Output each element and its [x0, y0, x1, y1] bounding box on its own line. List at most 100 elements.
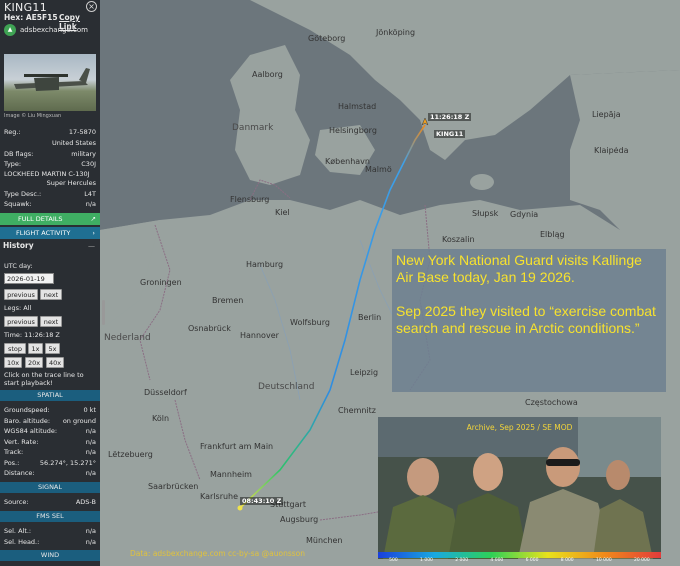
- map-label: Lëtzebuerg: [108, 450, 153, 459]
- adsb-exchange-screen: Göteborg Jönköping Aalborg Halmstad Danm…: [0, 0, 680, 566]
- map-label: Koszalin: [442, 235, 475, 244]
- external-link-icon: ↗: [90, 215, 96, 223]
- speed-5x-button[interactable]: 5x: [45, 343, 60, 354]
- aircraft-photo-image: [14, 68, 90, 91]
- stop-button[interactable]: stop: [4, 343, 26, 354]
- speed-20x-button[interactable]: 20x: [25, 357, 43, 368]
- info-row: DB flags: military: [4, 150, 96, 158]
- source-link[interactable]: ▲ adsbexchange.com: [4, 24, 88, 36]
- fms-row: Sel. Alt.: n/a: [4, 527, 96, 535]
- info-value: L4T: [84, 190, 96, 198]
- leg-previous-button[interactable]: previous: [4, 316, 38, 327]
- map-label: Jönköping: [376, 28, 416, 37]
- map-label: Hamburg: [246, 260, 284, 269]
- chevron-right-icon: ›: [92, 229, 95, 237]
- annotation-textbox: New York National Guard visits Kallinge …: [392, 249, 666, 392]
- altitude-tick: 20 000: [634, 558, 650, 563]
- trace-hint: Click on the trace line to start playbac…: [4, 371, 84, 387]
- altitude-tick: 6 000: [525, 558, 539, 563]
- info-value: n/a: [85, 200, 96, 208]
- info-label: Vert. Rate:: [4, 438, 39, 446]
- signal-header[interactable]: SIGNAL: [0, 482, 100, 493]
- map-label: Wolfsburg: [290, 318, 330, 327]
- info-value: n/a: [85, 469, 96, 477]
- close-icon[interactable]: ×: [86, 1, 97, 12]
- info-value: 0 kt: [83, 406, 96, 414]
- map-label: Augsburg: [280, 515, 319, 524]
- map-label: København: [325, 157, 370, 166]
- info-row: LOCKHEED MARTIN C-130J: [4, 170, 96, 178]
- info-value: C30J: [81, 160, 96, 168]
- spatial-header[interactable]: SPATIAL: [0, 390, 100, 401]
- map-label: Flensburg: [230, 195, 270, 204]
- map-label: Aalborg: [252, 70, 283, 79]
- flight-time-label: 11:26:18 Z: [428, 113, 472, 121]
- info-label: Distance:: [4, 469, 35, 477]
- fms-sel-header[interactable]: FMS SEL: [0, 511, 100, 522]
- source-site-label[interactable]: adsbexchange.com: [20, 26, 88, 34]
- spatial-row: Baro. altitude: on ground: [4, 417, 96, 425]
- map-label: Helsingborg: [329, 126, 377, 135]
- info-label: Track:: [4, 448, 24, 456]
- map-label: Saarbrücken: [148, 482, 199, 491]
- adsbexchange-logo-icon: ▲: [4, 24, 16, 36]
- day-next-button[interactable]: next: [40, 289, 62, 300]
- spatial-row: Pos.: 56.274°, 15.271°: [4, 459, 96, 467]
- info-label: Type Desc.:: [4, 190, 42, 198]
- day-previous-button[interactable]: previous: [4, 289, 38, 300]
- info-value: n/a: [85, 527, 96, 535]
- fms-row: Sel. Head.: n/a: [4, 538, 96, 546]
- info-label: Sel. Alt.:: [4, 527, 32, 535]
- hex-label: Hex:: [4, 13, 24, 22]
- map-label: Słupsk: [472, 209, 499, 218]
- info-value: on ground: [62, 417, 96, 425]
- map-label: Częstochowa: [525, 398, 578, 407]
- altitude-tick: 10 000: [595, 558, 612, 563]
- map-label: Karlsruhe: [200, 492, 239, 501]
- map-label: Halmstad: [338, 102, 377, 111]
- full-details-button[interactable]: FULL DETAILS ↗: [0, 213, 100, 225]
- map-label: Mannheim: [210, 470, 252, 479]
- info-label: LOCKHEED MARTIN C-130J: [4, 170, 90, 178]
- info-label: Reg.:: [4, 128, 21, 136]
- map-label: München: [306, 536, 343, 545]
- wind-header[interactable]: WIND: [0, 550, 100, 561]
- sidebar-scrollbar[interactable]: [102, 300, 105, 325]
- utc-day-input[interactable]: 2026-01-19: [4, 273, 54, 284]
- info-value: n/a: [85, 438, 96, 446]
- image-credit: Image © Liu Mingxuan: [4, 113, 62, 119]
- map-label: Frankfurt am Main: [200, 442, 274, 451]
- annotation-paragraph-2: Sep 2025 they visited to “exercise comba…: [396, 303, 656, 336]
- flight-callsign-label[interactable]: KING11: [434, 130, 466, 138]
- full-details-label: FULL DETAILS: [18, 215, 63, 223]
- map-label: Köln: [152, 414, 170, 423]
- hex-code: Hex: AE5F15: [4, 13, 58, 22]
- info-label: Type:: [4, 160, 22, 168]
- altitude-tick: 4 000: [490, 558, 504, 563]
- spatial-row: WGS84 altitude: n/a: [4, 427, 96, 435]
- flight-activity-button[interactable]: FLIGHT ACTIVITY ›: [0, 227, 100, 239]
- info-row: Type: C30J: [4, 160, 96, 168]
- inset-caption: Archive, Sep 2025 / SE MOD: [466, 423, 573, 432]
- signal-row: Source: ADS-B: [4, 498, 96, 506]
- altitude-scale-labels: 500 1 000 2 000 4 000 6 000 8 000 10 000…: [378, 558, 661, 563]
- history-collapse-icon[interactable]: —: [88, 242, 95, 250]
- aircraft-photo[interactable]: [4, 54, 96, 111]
- speed-40x-button[interactable]: 40x: [46, 357, 64, 368]
- speed-1x-button[interactable]: 1x: [28, 343, 43, 354]
- history-header: History: [3, 241, 34, 250]
- map-label: Klaipėda: [594, 146, 629, 155]
- map-label: Hannover: [240, 331, 279, 340]
- map-label: Chemnitz: [338, 406, 376, 415]
- info-label: Sel. Head.:: [4, 538, 40, 546]
- inset-photo: Archive, Sep 2025 / SE MOD: [378, 417, 661, 559]
- map-label: Osnabrück: [188, 324, 231, 333]
- info-label: WGS84 altitude:: [4, 427, 58, 435]
- legs-label: Legs: All: [4, 304, 32, 312]
- info-label: Squawk:: [4, 200, 32, 208]
- spatial-row: Vert. Rate: n/a: [4, 438, 96, 446]
- leg-next-button[interactable]: next: [40, 316, 62, 327]
- info-row: Squawk: n/a: [4, 200, 96, 208]
- info-label: Source:: [4, 498, 29, 506]
- speed-10x-button[interactable]: 10x: [4, 357, 22, 368]
